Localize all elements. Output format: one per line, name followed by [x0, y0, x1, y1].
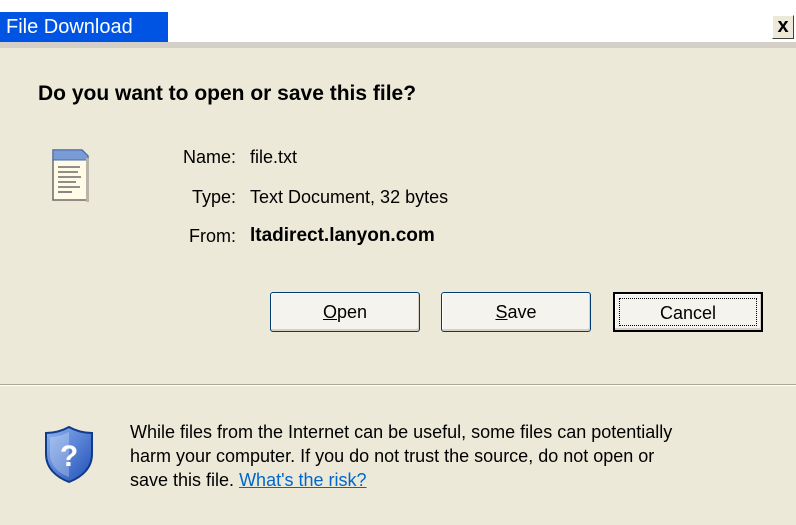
file-name-value: file.txt [250, 147, 298, 167]
title-bar-divider [0, 42, 796, 48]
security-warning-text: While files from the Internet can be use… [130, 420, 790, 492]
open-button[interactable]: Open [270, 292, 420, 332]
warning-line-3-text: save this file. [130, 470, 235, 490]
warning-line-2: harm your computer. If you do not trust … [130, 446, 655, 466]
save-button-label: ave [507, 302, 537, 322]
cancel-button[interactable]: Cancel [613, 292, 763, 332]
security-shield-question-icon: ? [45, 425, 93, 484]
dialog-question: Do you want to open or save this file? [38, 82, 417, 105]
warning-line-1: While files from the Internet can be use… [130, 422, 673, 442]
from-label: From: [189, 226, 236, 246]
name-label: Name: [182, 147, 236, 167]
file-type-value: Text Document, 32 bytes [250, 187, 449, 207]
close-icon: x [777, 15, 789, 37]
close-button[interactable]: x [772, 15, 794, 39]
open-button-label: pen [336, 302, 368, 322]
warning-line-3: save this file. What's the risk? [130, 468, 790, 492]
open-button-accelerator: O [322, 302, 337, 322]
save-button-accelerator: S [495, 302, 508, 322]
svg-text:?: ? [60, 440, 78, 473]
file-download-dialog: File Download x Do you want to open or s… [0, 0, 796, 525]
text-document-icon [52, 149, 89, 202]
separator [0, 384, 796, 386]
window-title: File Download [0, 12, 168, 42]
whats-the-risk-link[interactable]: What's the risk? [239, 470, 366, 490]
cancel-button-label: Cancel [659, 303, 717, 323]
title-bar: File Download x [0, 0, 796, 42]
file-source-value: ltadirect.lanyon.com [250, 225, 435, 246]
type-label: Type: [191, 187, 236, 207]
save-button[interactable]: Save [441, 292, 591, 332]
